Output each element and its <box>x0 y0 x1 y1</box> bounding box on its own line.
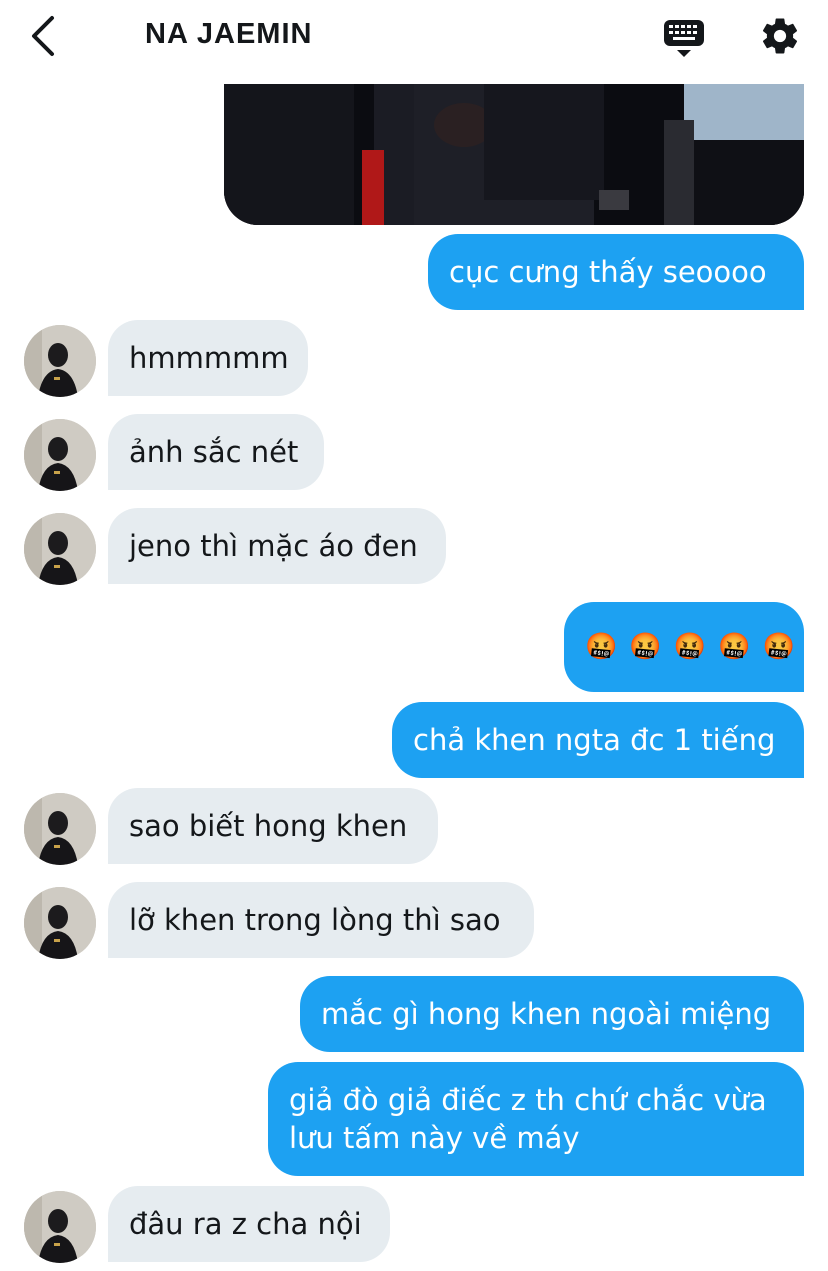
message-text: giả đò giả điếc z th chứ chắc vừa lưu tấ… <box>289 1083 767 1155</box>
message-text: ảnh sắc nét <box>129 435 299 469</box>
sent-message[interactable]: 🤬 🤬 🤬 🤬 🤬 <box>564 602 804 692</box>
back-button[interactable] <box>22 14 66 58</box>
cursing-face-emoji: 🤬 <box>629 632 662 662</box>
page-title: NA JAEMIN <box>145 18 313 50</box>
received-message[interactable]: jeno thì mặc áo đen <box>108 508 446 584</box>
emoji-row: 🤬 🤬 🤬 🤬 🤬 <box>585 628 795 666</box>
sent-message[interactable]: cục cưng thấy seoooo <box>428 234 804 310</box>
received-message[interactable]: đâu ra z cha nội <box>108 1186 390 1262</box>
keyboard-button[interactable] <box>660 14 708 62</box>
cursing-face-emoji: 🤬 <box>762 632 795 662</box>
received-message[interactable]: hmmmmm <box>108 320 308 396</box>
message-text: chả khen ngta đc 1 tiếng <box>413 723 776 757</box>
chevron-left-icon <box>32 16 54 56</box>
chat-header: NA JAEMIN <box>0 0 828 84</box>
avatar[interactable] <box>24 887 96 959</box>
avatar[interactable] <box>24 513 96 585</box>
cursing-face-emoji: 🤬 <box>585 632 618 662</box>
sent-message[interactable]: giả đò giả điếc z th chứ chắc vừa lưu tấ… <box>268 1062 804 1176</box>
message-text: đâu ra z cha nội <box>129 1207 362 1241</box>
message-text: mắc gì hong khen ngoài miệng <box>321 997 772 1031</box>
settings-button[interactable] <box>756 12 804 60</box>
message-text: lỡ khen trong lòng thì sao <box>129 903 501 937</box>
cursing-face-emoji: 🤬 <box>718 632 751 662</box>
conversation: NA JAEMIN cục cưng thấy seoooo hmmmmm ản… <box>0 0 828 1271</box>
sent-photo[interactable] <box>224 80 804 225</box>
received-message[interactable]: lỡ khen trong lòng thì sao <box>108 882 534 958</box>
sent-message[interactable]: mắc gì hong khen ngoài miệng <box>300 976 804 1052</box>
cursing-face-emoji: 🤬 <box>673 632 707 662</box>
message-text: cục cưng thấy seoooo <box>449 255 767 289</box>
message-text: sao biết hong khen <box>129 809 408 843</box>
avatar[interactable] <box>24 793 96 865</box>
avatar[interactable] <box>24 325 96 397</box>
gear-icon <box>762 18 798 54</box>
message-text: jeno thì mặc áo đen <box>129 529 418 563</box>
keyboard-icon <box>664 20 704 57</box>
received-message[interactable]: sao biết hong khen <box>108 788 438 864</box>
sent-message[interactable]: chả khen ngta đc 1 tiếng <box>392 702 804 778</box>
avatar[interactable] <box>24 419 96 491</box>
avatar[interactable] <box>24 1191 96 1263</box>
received-message[interactable]: ảnh sắc nét <box>108 414 324 490</box>
message-text: hmmmmm <box>129 341 289 375</box>
